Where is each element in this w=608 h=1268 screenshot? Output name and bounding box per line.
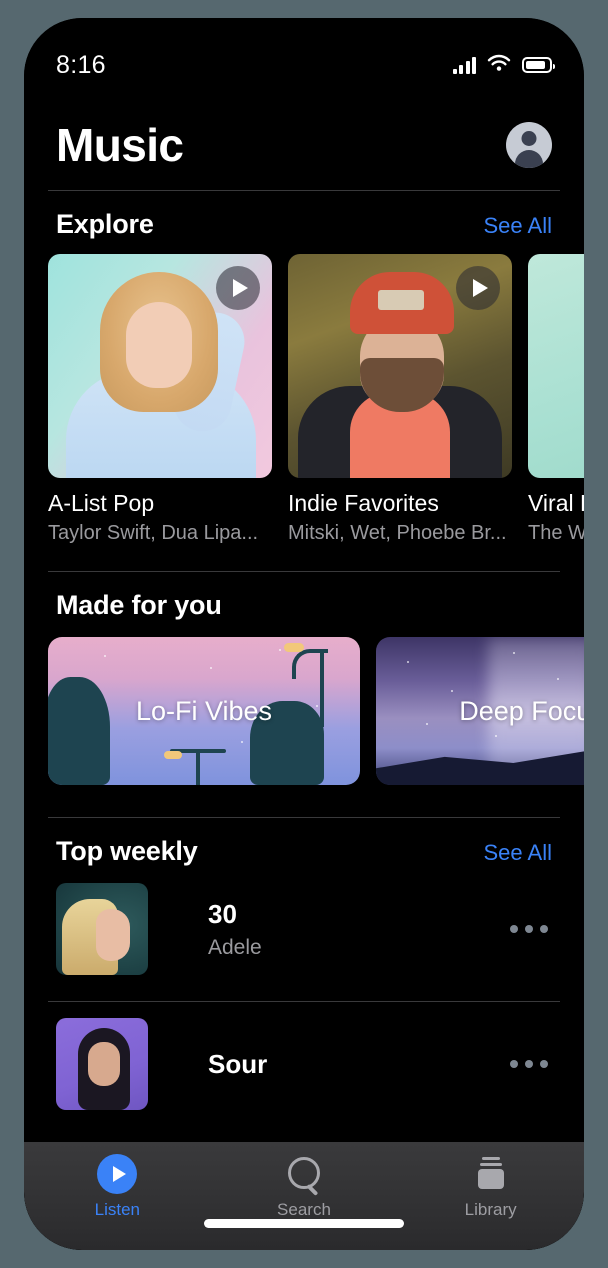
explore-card-subtitle: Mitski, Wet, Phoebe Br...: [288, 522, 507, 544]
tab-library[interactable]: Library: [416, 1154, 566, 1220]
explore-card-indie-favorites[interactable]: Indie Favorites Mitski, Wet, Phoebe Br..…: [288, 254, 512, 545]
home-indicator[interactable]: [204, 1219, 404, 1228]
explore-card-viral-hits[interactable]: Viral H The W: [528, 254, 584, 545]
top-weekly-title: Top weekly: [56, 836, 198, 866]
explore-card-subtitle: Taylor Swift, Dua Lipa...: [48, 522, 259, 544]
page-root: 8:16 Music Explore See All A-List Pop Ta…: [0, 0, 608, 1268]
explore-card-artwork: [288, 254, 512, 478]
made-for-you-title: Made for you: [56, 590, 222, 620]
tab-listen[interactable]: Listen: [42, 1154, 192, 1220]
play-icon[interactable]: [216, 266, 260, 310]
library-icon: [471, 1154, 511, 1194]
tab-bar: Listen Search Library: [24, 1142, 584, 1250]
track-row-sour[interactable]: Sour: [24, 1002, 584, 1110]
track-artwork: [56, 883, 148, 975]
play-circle-icon: [97, 1154, 138, 1194]
phone-screen: 8:16 Music Explore See All A-List Pop Ta…: [24, 18, 584, 1250]
play-icon[interactable]: [456, 266, 500, 310]
track-meta: Sour: [208, 1049, 510, 1080]
explore-card-a-list-pop[interactable]: A-List Pop Taylor Swift, Dua Lipa...: [48, 254, 272, 545]
wifi-icon: [487, 54, 511, 77]
made-for-you-card-deep-focus[interactable]: Deep Focus: [376, 637, 584, 785]
status-icons: [452, 54, 555, 77]
explore-card-title: Indie Favorites: [288, 490, 439, 516]
page-title: Music: [56, 119, 184, 171]
status-bar: 8:16: [24, 18, 584, 90]
search-icon: [284, 1154, 324, 1194]
track-artist: Adele: [208, 935, 262, 959]
more-options-icon[interactable]: [510, 1060, 552, 1068]
made-for-you-card-label: Deep Focus: [459, 695, 584, 726]
tab-label: Listen: [94, 1200, 141, 1219]
explore-card-title: A-List Pop: [48, 490, 155, 516]
status-time: 8:16: [56, 50, 106, 79]
explore-see-all-link[interactable]: See All: [484, 213, 553, 239]
made-for-you-card-lo-fi-vibes[interactable]: Lo-Fi Vibes: [48, 637, 360, 785]
made-for-you-section-header: Made for you: [24, 572, 584, 621]
track-meta: 30 Adele: [208, 899, 510, 960]
track-row-30[interactable]: 30 Adele: [24, 867, 584, 975]
track-title: Sour: [208, 1048, 268, 1079]
explore-title: Explore: [56, 209, 154, 239]
tab-label: Library: [464, 1200, 517, 1219]
explore-card-subtitle: The W: [528, 522, 584, 544]
explore-card-artwork: [48, 254, 272, 478]
tab-search[interactable]: Search: [229, 1154, 379, 1220]
top-weekly-section-header: Top weekly See All: [24, 818, 584, 867]
battery-icon: [522, 57, 555, 73]
track-artwork: [56, 1018, 148, 1110]
top-weekly-see-all-link[interactable]: See All: [484, 840, 553, 866]
explore-section-header: Explore See All: [24, 191, 584, 240]
made-for-you-carousel[interactable]: Lo-Fi Vibes Deep Focus: [24, 621, 584, 785]
explore-card-title: Viral H: [528, 490, 584, 516]
app-header: Music: [24, 90, 584, 172]
phone-frame: 8:16 Music Explore See All A-List Pop Ta…: [24, 18, 584, 1250]
more-options-icon[interactable]: [510, 925, 552, 933]
account-avatar-icon[interactable]: [506, 122, 552, 168]
explore-carousel[interactable]: A-List Pop Taylor Swift, Dua Lipa... Ind…: [24, 240, 584, 545]
explore-card-artwork: [528, 254, 584, 478]
cellular-signal-icon: [452, 56, 476, 74]
tab-label: Search: [277, 1200, 331, 1219]
track-title: 30: [208, 898, 237, 929]
scroll-content[interactable]: Music Explore See All A-List Pop Taylor …: [24, 90, 584, 1250]
made-for-you-card-label: Lo-Fi Vibes: [135, 695, 273, 726]
